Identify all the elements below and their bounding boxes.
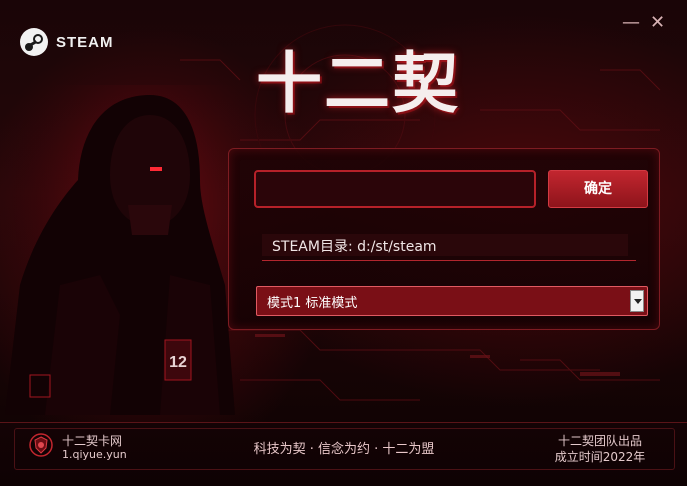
close-button[interactable]: ✕ xyxy=(650,14,665,32)
site-name-link[interactable]: 十二契卡网 xyxy=(62,432,122,449)
mode-select[interactable]: 模式1 标准模式 xyxy=(256,286,648,316)
founded-date: 成立时间2022年 xyxy=(554,450,646,464)
slogan: 科技为契 · 信念为约 · 十二为盟 xyxy=(253,442,435,457)
steam-dir-text: STEAM目录: d:/st/steam xyxy=(272,239,437,255)
confirm-button[interactable]: 确定 xyxy=(548,170,648,208)
minimize-button[interactable]: — xyxy=(622,14,640,32)
team-credit: 十二契团队出品 xyxy=(557,434,642,448)
steam-dir-row: STEAM目录: d:/st/steam xyxy=(262,234,628,256)
chevron-down-icon[interactable] xyxy=(630,290,644,312)
hooded-warrior-illustration: 12 xyxy=(0,85,240,415)
app-window: 12 STEAM — ✕ 十二契 确定 STEAM目录: d:/st/steam… xyxy=(0,0,687,486)
app-title: 十二契 xyxy=(256,44,460,122)
steam-brand-label: STEAM xyxy=(56,33,114,51)
site-url-link[interactable]: 1.qiyue.yun xyxy=(62,448,127,461)
path-input[interactable] xyxy=(254,170,536,208)
divider xyxy=(262,260,636,261)
badge-number: 12 xyxy=(169,354,187,371)
mode-selected-value: 模式1 标准模式 xyxy=(267,296,358,311)
steam-logo-icon xyxy=(20,28,48,56)
steam-brand: STEAM xyxy=(20,28,114,56)
shield-emblem-icon xyxy=(29,433,53,457)
